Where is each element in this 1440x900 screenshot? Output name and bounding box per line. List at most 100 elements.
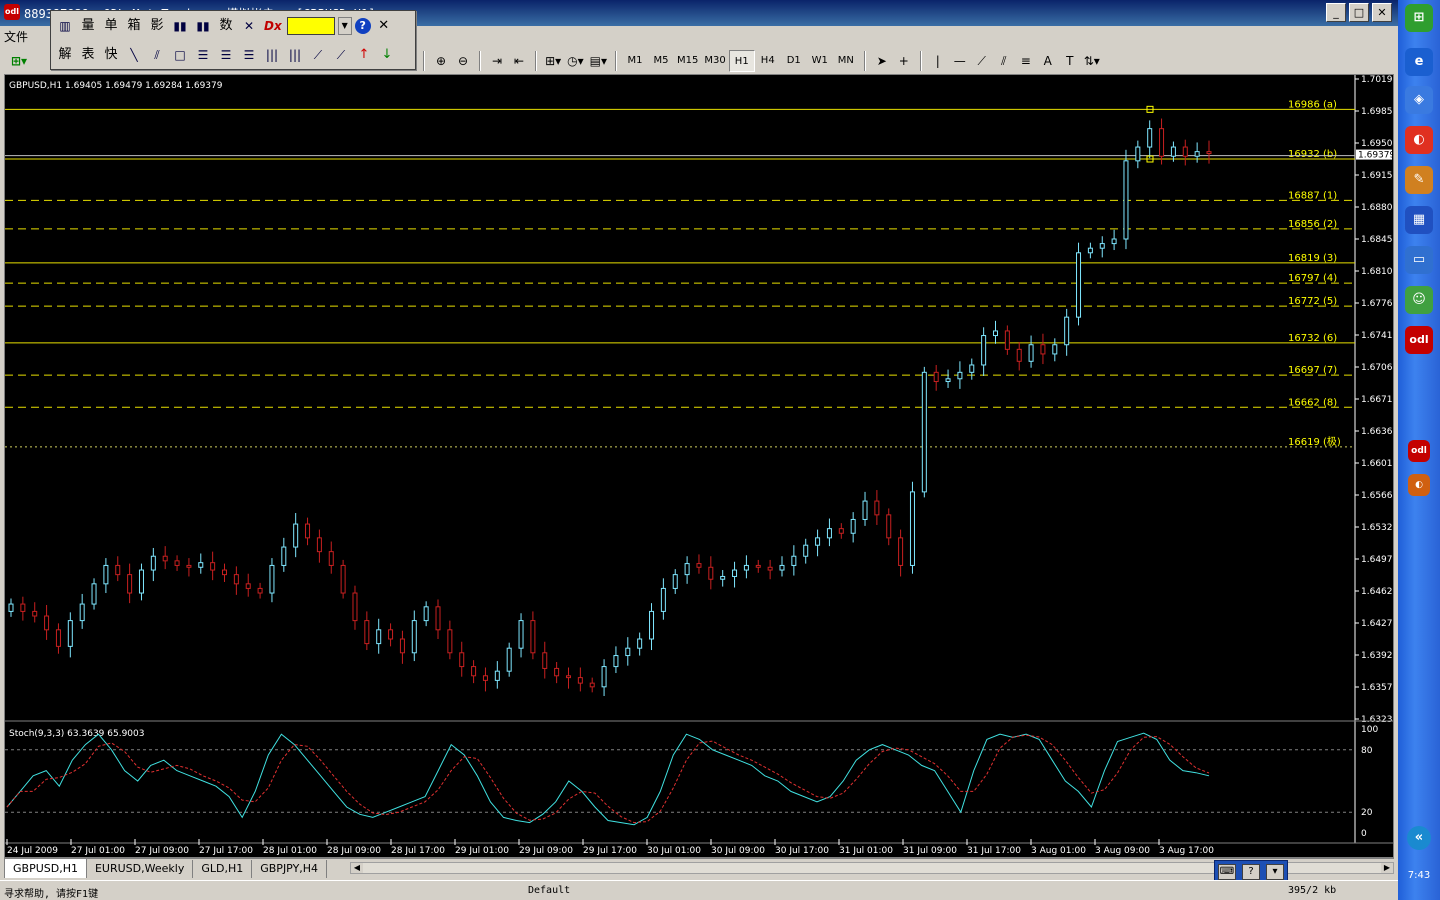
- color-dropdown-icon[interactable]: ▼: [337, 17, 352, 35]
- templates-icon[interactable]: ▤▾: [587, 50, 610, 72]
- ftool-kuai[interactable]: 快: [101, 45, 121, 65]
- vlines-icon[interactable]: |||: [262, 45, 282, 65]
- horizontal-line-icon[interactable]: —: [949, 50, 971, 72]
- candle-body: [838, 528, 844, 534]
- keyboard-icon[interactable]: ⌨: [1218, 864, 1236, 880]
- zoom-in-icon[interactable]: ⊕: [430, 50, 452, 72]
- explorer-icon[interactable]: ◈: [1405, 86, 1433, 114]
- text-label-icon[interactable]: T: [1059, 50, 1081, 72]
- status-traffic: 395/2 kb: [1288, 885, 1337, 896]
- chart-shift-icon[interactable]: ⇤: [508, 50, 530, 72]
- period-h1[interactable]: H1: [728, 50, 755, 72]
- close-toolbar-icon[interactable]: ✕: [374, 16, 394, 36]
- tab-gbpjpy-h4[interactable]: GBPJPY,H4: [252, 860, 328, 878]
- color-picker[interactable]: [286, 17, 335, 35]
- task-app-icon[interactable]: ◐: [1408, 474, 1430, 496]
- chart-area[interactable]: 1.70190 1.69850 1.69500 1.69150 1.68800 1.684…: [4, 74, 1394, 858]
- candle-body: [67, 620, 73, 647]
- candle-body: [1076, 252, 1082, 318]
- tray-expand-icon[interactable]: «: [1407, 826, 1431, 850]
- help-icon[interactable]: ?: [354, 18, 371, 34]
- odl-icon[interactable]: odl: [1405, 326, 1433, 354]
- ftool-liang[interactable]: 量: [78, 16, 98, 36]
- arrows-icon[interactable]: ⇅▾: [1081, 50, 1103, 72]
- candle-body: [1040, 344, 1046, 355]
- period-m5[interactable]: M5: [648, 50, 674, 72]
- candle-body: [20, 603, 26, 612]
- desktop-icon[interactable]: ▭: [1405, 246, 1433, 274]
- metatrader-window: odl 8893?7939: ODL MetaTrader - 模拟帐户 - […: [0, 0, 1440, 900]
- indicators-icon[interactable]: ⊞▾: [542, 50, 564, 72]
- bars-icon[interactable]: ▮▮: [170, 16, 190, 36]
- ftool-shu[interactable]: 数: [216, 16, 236, 36]
- candle-body: [222, 569, 228, 576]
- candle-body: [364, 620, 370, 645]
- vlines-alt-icon[interactable]: |||: [285, 45, 305, 65]
- levels-alt-icon[interactable]: ☰: [216, 45, 236, 65]
- levels-icon[interactable]: ☰: [193, 45, 213, 65]
- fan-alt-icon[interactable]: ⟋: [331, 45, 351, 65]
- app-circle-icon[interactable]: ◐: [1405, 126, 1433, 154]
- ie-icon[interactable]: e: [1405, 48, 1433, 76]
- cursor-icon[interactable]: ➤: [871, 50, 893, 72]
- tray-arrow-icon[interactable]: ▾: [1266, 864, 1284, 880]
- bars-alt-icon[interactable]: ▮▮: [193, 16, 213, 36]
- close-button[interactable]: ✕: [1372, 3, 1392, 22]
- ftool-dan[interactable]: 单: [101, 16, 121, 36]
- period-d1[interactable]: D1: [781, 50, 807, 72]
- cross-icon[interactable]: ✕: [239, 16, 259, 36]
- period-m1[interactable]: M1: [622, 50, 648, 72]
- fibonacci-icon[interactable]: ≡: [1015, 50, 1037, 72]
- candle-body: [589, 682, 595, 688]
- periods-clock-icon[interactable]: ◷▾: [564, 50, 587, 72]
- ime-help-icon[interactable]: ?: [1242, 864, 1260, 880]
- price-tick-label: 1.63230: [1361, 715, 1393, 725]
- period-h4[interactable]: H4: [755, 50, 781, 72]
- double-line-icon[interactable]: ⫽: [147, 45, 167, 65]
- dx-icon[interactable]: Dx: [262, 16, 284, 36]
- stoch-main-line: [6, 732, 1210, 826]
- minimize-button[interactable]: _: [1326, 3, 1346, 22]
- levels-b-icon[interactable]: ☰: [239, 45, 259, 65]
- time-tick-label: 31 Jul 09:00: [903, 846, 957, 856]
- candle-icon[interactable]: ▥: [55, 16, 75, 36]
- trendline-icon[interactable]: ⟋: [971, 50, 993, 72]
- odl-task-icon[interactable]: odl: [1408, 440, 1430, 462]
- arrow-down-icon[interactable]: ↓: [377, 45, 397, 65]
- arrow-up-icon[interactable]: ↑: [354, 45, 374, 65]
- crosshair-icon[interactable]: +: [893, 50, 915, 72]
- time-tick-label: 31 Jul 17:00: [967, 846, 1021, 856]
- maximize-button[interactable]: □: [1349, 3, 1369, 22]
- period-w1[interactable]: W1: [807, 50, 833, 72]
- candle-body: [115, 564, 121, 576]
- chess-icon[interactable]: ▦: [1405, 206, 1433, 234]
- rect-icon[interactable]: □: [170, 45, 190, 65]
- paint-icon[interactable]: ✎: [1405, 166, 1433, 194]
- windows-start-icon[interactable]: ⊞: [1405, 4, 1433, 32]
- messenger-icon[interactable]: ☺: [1405, 286, 1433, 314]
- ftool-ying[interactable]: 影: [147, 16, 167, 36]
- period-mn[interactable]: MN: [833, 50, 859, 72]
- tab-eurusd-weekly[interactable]: EURUSD,Weekly: [87, 860, 194, 878]
- fan-icon[interactable]: ⟋: [308, 45, 328, 65]
- candle-body: [743, 564, 749, 571]
- candle-body: [767, 566, 773, 571]
- scroll-right-icon[interactable]: ▶: [1381, 863, 1393, 873]
- ftool-jie[interactable]: 解: [55, 45, 75, 65]
- channel-icon[interactable]: ⫽: [993, 50, 1015, 72]
- tab-gbpusd-h1[interactable]: GBPUSD,H1: [4, 858, 87, 878]
- ftool-xiang[interactable]: 箱: [124, 16, 144, 36]
- line-tool-icon[interactable]: ╲: [124, 45, 144, 65]
- vertical-line-icon[interactable]: |: [927, 50, 949, 72]
- new-order-icon[interactable]: ⊞▾: [8, 50, 30, 72]
- chart-canvas[interactable]: 1.70190 1.69850 1.69500 1.69150 1.68800 1.684…: [5, 75, 1393, 857]
- menu-file[interactable]: 文件: [4, 28, 28, 45]
- auto-scroll-icon[interactable]: ⇥: [486, 50, 508, 72]
- period-m15[interactable]: M15: [674, 50, 701, 72]
- ftool-biao[interactable]: 表: [78, 45, 98, 65]
- zoom-out-icon[interactable]: ⊖: [452, 50, 474, 72]
- scroll-left-icon[interactable]: ◀: [351, 863, 363, 873]
- text-icon[interactable]: A: [1037, 50, 1059, 72]
- tab-gld-h1[interactable]: GLD,H1: [193, 860, 253, 878]
- period-m30[interactable]: M30: [701, 50, 728, 72]
